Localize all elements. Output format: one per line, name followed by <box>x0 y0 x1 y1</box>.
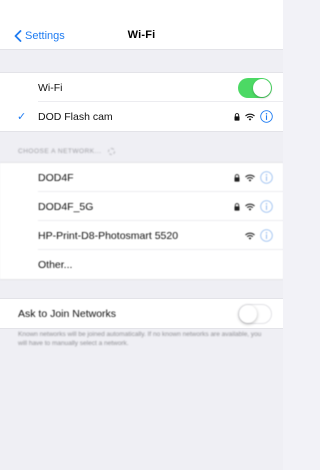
toggle-knob <box>239 304 257 323</box>
checkmark-icon: ✓ <box>17 111 27 123</box>
connected-network-row[interactable]: ✓ DOD Flash cam <box>0 102 283 131</box>
connected-network-name: DOD Flash cam <box>38 110 113 123</box>
other-network-row[interactable]: Other... <box>0 250 283 279</box>
ask-to-join-toggle[interactable] <box>238 303 272 324</box>
info-icon[interactable] <box>260 229 273 242</box>
page-title: Wi-Fi <box>127 29 156 41</box>
lock-icon <box>234 173 240 182</box>
wifi-toggle-row: Wi-Fi <box>0 73 283 102</box>
network-status-icons <box>245 229 273 242</box>
section-header-label: CHOOSE A NETWORK... <box>18 148 102 155</box>
network-name: HP-Print-D8-Photosmart 5520 <box>38 229 179 242</box>
lock-icon <box>234 112 240 121</box>
info-icon[interactable] <box>260 171 273 184</box>
spinner-icon <box>107 148 115 155</box>
network-status-icons <box>234 110 273 123</box>
ask-to-join-group: Ask to Join Networks <box>0 298 283 329</box>
wifi-toggle-label: Wi-Fi <box>38 81 63 94</box>
ask-to-join-label: Ask to Join Networks <box>18 307 117 320</box>
network-name: DOD4F <box>38 171 74 184</box>
wifi-icon <box>245 113 255 121</box>
ask-to-join-row: Ask to Join Networks <box>0 299 283 328</box>
lock-icon <box>234 202 240 211</box>
network-row[interactable]: DOD4F_5G <box>0 192 283 221</box>
info-icon[interactable] <box>260 110 273 123</box>
wifi-toggle[interactable] <box>238 77 272 98</box>
choose-network-header: CHOOSE A NETWORK... <box>18 148 115 155</box>
wifi-settings-screen: Settings Wi-Fi Wi-Fi ✓ DOD Flash cam CHO… <box>0 0 283 470</box>
network-row[interactable]: HP-Print-D8-Photosmart 5520 <box>0 221 283 250</box>
info-icon[interactable] <box>260 200 273 213</box>
network-status-icons <box>234 200 273 213</box>
network-name: DOD4F_5G <box>38 200 94 213</box>
wifi-icon <box>245 203 255 211</box>
wifi-icon <box>245 174 255 182</box>
network-status-icons <box>234 171 273 184</box>
navigation-bar: Settings Wi-Fi <box>0 0 283 50</box>
ask-to-join-note: Known networks will be joined automatica… <box>18 331 262 347</box>
toggle-knob <box>253 78 271 97</box>
network-list: DOD4F DOD4F_5G HP-Print-D8-Photosmart 55… <box>0 162 283 280</box>
wifi-icon <box>245 232 255 240</box>
wifi-group: Wi-Fi ✓ DOD Flash cam <box>0 72 283 132</box>
other-network-label: Other... <box>38 258 73 271</box>
network-row[interactable]: DOD4F <box>0 163 283 192</box>
